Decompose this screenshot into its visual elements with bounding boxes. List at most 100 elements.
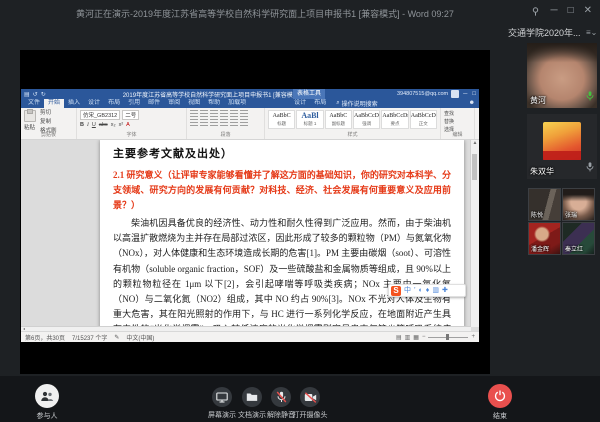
power-icon xyxy=(494,390,506,402)
align-center-icon[interactable] xyxy=(200,119,208,126)
style-chip[interactable]: AaBbCcD 正文 xyxy=(410,110,437,129)
word-minimize-icon[interactable]: ─ xyxy=(463,91,467,97)
redo-icon[interactable]: ↻ xyxy=(41,91,46,98)
participant-tile-zhushuanghua[interactable]: 朱双华 xyxy=(527,114,597,179)
tab-mailings[interactable]: 邮件 xyxy=(144,99,164,108)
participant-tile-panjinhui[interactable]: 潘金辉 xyxy=(528,222,561,255)
justify-icon[interactable] xyxy=(220,119,228,126)
zoom-out-icon[interactable]: − xyxy=(422,334,426,340)
participant-name: 朱双华 xyxy=(530,166,554,177)
font-size-combo[interactable]: 二号 xyxy=(122,110,139,120)
mic-on-icon xyxy=(586,88,594,106)
align-left-icon[interactable] xyxy=(190,119,198,126)
undo-icon[interactable]: ↺ xyxy=(33,91,38,98)
proofing-icon[interactable]: ✎ xyxy=(114,334,119,341)
sogou-logo-icon[interactable]: S xyxy=(391,286,401,296)
participant-tile-qinlihong[interactable]: 秦立红 xyxy=(562,222,595,255)
paste-label[interactable]: 粘贴 xyxy=(24,123,36,131)
subscript-button[interactable]: x₂ xyxy=(111,122,116,128)
tab-view[interactable]: 视图 xyxy=(184,99,204,108)
document-page[interactable]: 主要参考文献及出处） 2.1 研究意义（让评审专家能够看懂并了解这方面的基础知识… xyxy=(100,140,464,331)
tab-references[interactable]: 引用 xyxy=(124,99,144,108)
participant-tile-zhangrui[interactable]: 张瑞 xyxy=(562,188,595,221)
zoom-slider-thumb[interactable] xyxy=(446,334,449,340)
word-count[interactable]: 7/15237 个字 xyxy=(72,333,107,342)
layout-menu-icon[interactable]: ≡⌄ xyxy=(586,29,596,37)
style-chip[interactable]: AaBl 标题 1 xyxy=(296,110,323,129)
tab-design[interactable]: 设计 xyxy=(84,99,104,108)
participant-name: 潘金辉 xyxy=(531,244,558,253)
italic-button[interactable]: I xyxy=(87,122,89,128)
scroll-up-icon[interactable]: ▲ xyxy=(471,140,479,147)
input-mode-icon[interactable]: 中 xyxy=(404,286,411,296)
pin-icon[interactable] xyxy=(531,7,540,16)
replace-button[interactable]: 替换 xyxy=(444,118,471,125)
close-icon[interactable]: ✕ xyxy=(584,6,592,16)
bold-button[interactable]: B xyxy=(80,122,84,128)
increase-indent-icon[interactable] xyxy=(230,110,238,117)
multilevel-list-icon[interactable] xyxy=(210,110,218,117)
font-color-button[interactable]: A xyxy=(126,122,130,128)
keyboard-icon[interactable]: ▥ xyxy=(432,286,439,296)
align-right-icon[interactable] xyxy=(210,119,218,126)
cut-button[interactable]: 剪切 xyxy=(40,108,57,116)
screen-share-view: ▤ ↺ ↻ 2019年度江苏省高等学校自然科学研究面上项目申报书1 [兼容模式]… xyxy=(20,50,490,374)
tab-help[interactable]: 帮助 xyxy=(204,99,224,108)
page-indicator[interactable]: 第6页，共30页 xyxy=(25,333,65,342)
account-email[interactable]: 394807515@qq.com xyxy=(397,91,448,97)
tab-table-layout[interactable]: 布局 xyxy=(310,99,330,108)
font-name-combo[interactable]: 仿宋_GB2312 xyxy=(80,110,120,120)
decrease-indent-icon[interactable] xyxy=(220,110,228,117)
word-maximize-icon[interactable]: □ xyxy=(472,91,476,97)
styles-group-label: 样式 xyxy=(265,131,440,138)
paste-icon[interactable] xyxy=(24,110,36,122)
style-chip[interactable]: AaBbC 副标题 xyxy=(325,110,352,129)
camera-on-button[interactable]: 打开摄像头 xyxy=(280,387,340,420)
participant-video-huanghe[interactable]: 黄河 xyxy=(527,43,597,108)
web-layout-icon[interactable]: ▦ xyxy=(413,334,419,341)
minimize-icon[interactable]: ─ xyxy=(550,6,557,16)
save-icon[interactable]: ▤ xyxy=(24,91,30,98)
zoom-slider[interactable] xyxy=(428,337,468,338)
copy-button[interactable]: 复制 xyxy=(40,117,57,125)
shading-icon[interactable] xyxy=(240,119,248,126)
account-avatar[interactable] xyxy=(451,90,459,98)
table-tools-context-tab[interactable]: 表格工具 xyxy=(293,89,325,99)
tab-review[interactable]: 审阅 xyxy=(164,99,184,108)
toolbox-icon[interactable]: ✚ xyxy=(442,286,448,296)
find-button[interactable]: 查找 xyxy=(444,110,471,117)
print-layout-icon[interactable]: ▥ xyxy=(405,334,411,341)
read-mode-icon[interactable]: ▤ xyxy=(396,334,402,341)
style-chip[interactable]: AaBbCcDs 强调 xyxy=(353,110,380,129)
style-chip[interactable]: AaBbCcDs 要点 xyxy=(381,110,408,129)
numbering-icon[interactable] xyxy=(200,110,208,117)
sogou-input-toolbar[interactable]: S 中 ’ ◐ ♦ ▥ ✚ xyxy=(388,284,466,297)
participants-button[interactable]: 参与人 xyxy=(17,384,77,421)
line-spacing-icon[interactable] xyxy=(230,119,238,126)
style-chip[interactable]: AaBbC 标题 xyxy=(268,110,295,129)
sort-icon[interactable] xyxy=(240,110,248,117)
vertical-scrollbar[interactable]: ▲ xyxy=(470,140,479,327)
end-meeting-button[interactable]: 结束 xyxy=(470,384,530,421)
scrollbar-thumb[interactable] xyxy=(472,154,477,180)
tell-me-search[interactable]: ⌕ 操作说明搜索 xyxy=(336,99,377,108)
participant-tile-chenyue[interactable]: 陈悦 xyxy=(528,188,561,221)
mic-input-icon[interactable]: ♦ xyxy=(426,286,430,296)
superscript-button[interactable]: x² xyxy=(119,122,124,128)
tab-insert[interactable]: 插入 xyxy=(64,99,84,108)
horizontal-scrollbar[interactable]: ◂ xyxy=(21,326,471,331)
emoji-icon[interactable]: ◐ xyxy=(419,286,423,296)
tab-addins[interactable]: 加载项 xyxy=(224,99,250,108)
strikethrough-button[interactable]: abc xyxy=(99,122,108,128)
tab-layout[interactable]: 布局 xyxy=(104,99,124,108)
end-meeting-label: 结束 xyxy=(493,411,507,421)
document-canvas[interactable]: 主要参考文献及出处） 2.1 研究意义（让评审专家能够看懂并了解这方面的基础知识… xyxy=(21,140,479,331)
zoom-in-icon[interactable]: + xyxy=(471,334,475,340)
tab-table-design[interactable]: 设计 xyxy=(290,99,310,108)
bullets-icon[interactable] xyxy=(190,110,198,117)
language-indicator[interactable]: 中文(中国) xyxy=(126,333,154,342)
underline-button[interactable]: U xyxy=(92,122,96,128)
maximize-icon[interactable]: □ xyxy=(568,6,574,16)
punctuation-icon[interactable]: ’ xyxy=(414,286,416,296)
share-person-icon[interactable]: ☻ xyxy=(469,99,475,108)
